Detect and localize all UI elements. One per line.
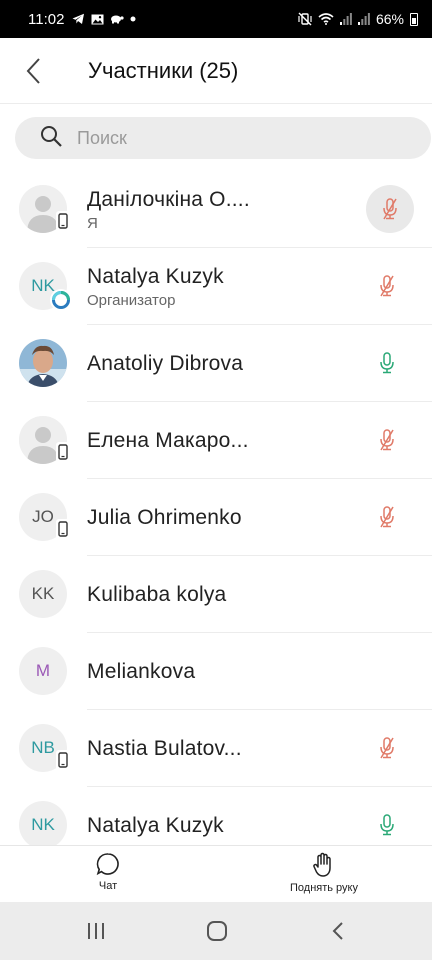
phone-icon	[56, 211, 70, 231]
status-bar: 11:02 66%	[0, 0, 432, 38]
mic-muted-icon[interactable]	[365, 264, 409, 308]
status-left-icons	[72, 13, 136, 25]
avatar: JO	[19, 493, 70, 541]
participant-info: Данілочкіна О.... Я	[87, 171, 250, 248]
avatar-initials: KK	[31, 584, 55, 603]
participant-info: Anatoliy Dibrova	[87, 325, 243, 402]
avatar-initials: M	[35, 661, 51, 680]
profile-photo	[19, 339, 67, 387]
participant-name: Kulibaba kolya	[87, 582, 227, 606]
avatar: NB	[19, 724, 70, 772]
participant-info: Meliankova	[87, 633, 195, 710]
bottom-action-bar: Чат Поднять руку	[0, 845, 432, 902]
avatar: KK	[19, 570, 67, 618]
recent-apps-button[interactable]	[76, 916, 116, 946]
participant-info: Natalya Kuzyk Организатор	[87, 248, 224, 325]
mic-icon[interactable]	[365, 803, 409, 847]
chat-icon	[96, 853, 119, 876]
image-icon	[91, 14, 104, 25]
participant-name: Anatoliy Dibrova	[87, 351, 244, 375]
participant-row[interactable]: KK Kulibaba kolya	[0, 556, 432, 633]
raise-hand-label: Поднять руку	[290, 882, 358, 894]
mic-muted-icon[interactable]	[365, 418, 409, 462]
battery-percent: 66%	[375, 11, 404, 27]
participant-row[interactable]: JO Julia Ohrimenko	[0, 479, 432, 556]
telegram-icon	[72, 13, 85, 25]
search-bar[interactable]	[15, 117, 431, 159]
search-icon	[39, 124, 63, 153]
participant-role: Я	[87, 214, 98, 232]
raise-hand-button[interactable]: Поднять руку	[280, 852, 368, 894]
participant-name: Елена Макаро...	[87, 428, 249, 452]
participant-role: Организатор	[87, 291, 176, 309]
participant-name: Nastia Bulatov...	[87, 736, 242, 760]
avatar	[19, 339, 67, 387]
chat-button[interactable]: Чат	[86, 852, 130, 892]
mic-muted-icon[interactable]	[366, 185, 414, 233]
avatar-initials: NK	[31, 815, 55, 834]
back-icon	[332, 922, 343, 940]
phone-icon	[56, 442, 70, 462]
mute-vibrate-icon	[298, 12, 312, 26]
wifi-icon	[318, 13, 334, 25]
participant-row[interactable]: NB Nastia Bulatov...	[0, 710, 432, 787]
avatar: NK	[19, 801, 67, 849]
mic-muted-icon[interactable]	[365, 726, 409, 770]
mic-icon[interactable]	[365, 341, 409, 385]
participant-name: Данілочкіна О....	[87, 187, 250, 211]
participant-name: Meliankova	[87, 659, 196, 683]
participant-row[interactable]: Елена Макаро...	[0, 402, 432, 479]
tortoise-icon	[110, 14, 125, 24]
participant-row[interactable]: Данілочкіна О.... Я	[0, 171, 432, 248]
home-button[interactable]	[197, 916, 237, 946]
organizer-ring-icon	[50, 289, 72, 311]
participant-info: Julia Ohrimenko	[87, 479, 242, 556]
page-title: Участники (25)	[88, 57, 239, 83]
avatar: M	[19, 647, 67, 695]
system-nav-bar	[0, 902, 432, 960]
avatar-initials: NB	[31, 738, 55, 757]
avatar	[19, 416, 70, 464]
participant-row[interactable]: M Meliankova	[0, 633, 432, 710]
battery-icon	[410, 12, 418, 26]
participant-row[interactable]: NK Natalya Kuzyk Организатор	[0, 248, 432, 325]
signal-icon	[357, 13, 370, 25]
recent-apps-icon	[88, 923, 104, 939]
chat-label: Чат	[98, 880, 118, 892]
avatar: NK	[19, 262, 72, 311]
phone-icon	[56, 750, 70, 770]
mic-muted-icon[interactable]	[365, 495, 409, 539]
status-time: 11:02	[28, 10, 65, 28]
hand-icon	[313, 852, 331, 877]
participant-name: Julia Ohrimenko	[87, 505, 242, 529]
participant-row[interactable]: Anatoliy Dibrova	[0, 325, 432, 402]
participant-list: Данілочкіна О.... Я NK Natalya Kuzyk Организ…	[0, 171, 432, 864]
status-right-icons: 66%	[298, 11, 418, 27]
back-button[interactable]	[0, 38, 66, 104]
participant-name: Natalya Kuzyk	[87, 813, 224, 837]
participant-name: Natalya Kuzyk	[87, 264, 224, 288]
avatar-initials: JO	[32, 507, 54, 526]
phone-icon	[56, 519, 70, 539]
participant-info: Kulibaba kolya	[87, 556, 226, 633]
signal-icon	[339, 13, 352, 25]
participant-info: Nastia Bulatov...	[87, 710, 242, 787]
system-back-button[interactable]	[318, 916, 358, 946]
chevron-left-icon	[26, 57, 40, 84]
header: Участники (25)	[0, 38, 432, 104]
participant-info: Елена Макаро...	[87, 402, 249, 479]
home-icon	[207, 921, 227, 941]
avatar	[19, 185, 70, 233]
dot-icon	[130, 16, 136, 22]
search-input[interactable]	[77, 127, 377, 149]
